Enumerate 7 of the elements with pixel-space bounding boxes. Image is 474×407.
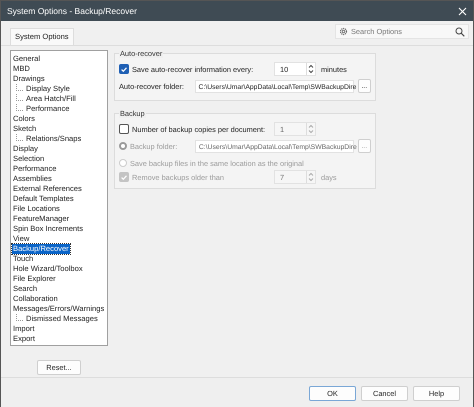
close-icon[interactable]	[458, 6, 467, 16]
checkbox[interactable]	[119, 124, 129, 134]
checkbox[interactable]	[119, 64, 129, 74]
search-icon[interactable]	[455, 26, 465, 36]
gear-icon	[339, 27, 348, 36]
window-title: System Options - Backup/Recover	[7, 6, 137, 16]
spin-arrows-icon[interactable]	[306, 63, 315, 75]
